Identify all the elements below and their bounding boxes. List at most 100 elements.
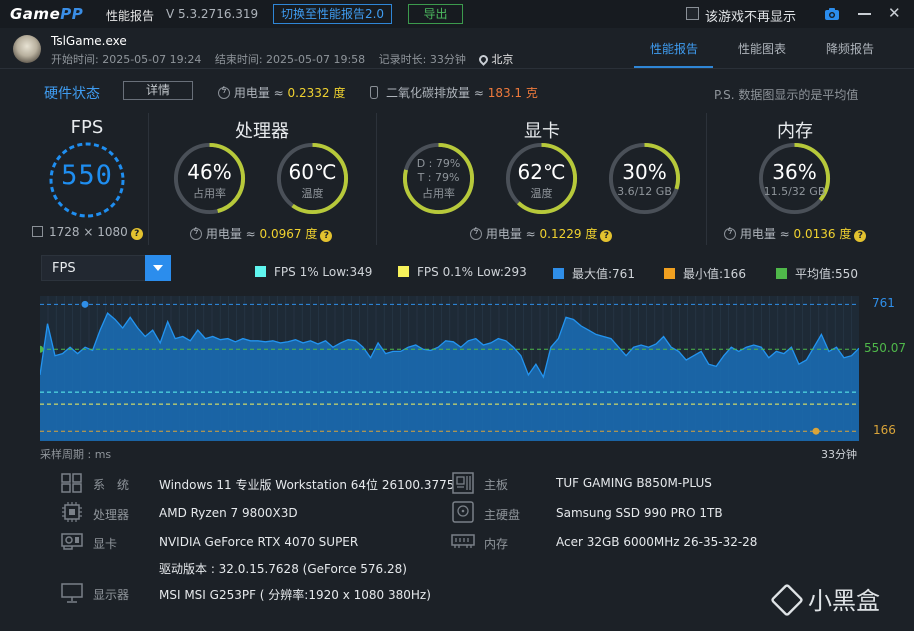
windows-icon [61, 473, 82, 493]
legend-swatch [664, 268, 675, 279]
game-exe-name: TslGame.exe [51, 34, 127, 48]
chevron-down-icon[interactable] [145, 255, 171, 281]
driver-version: 驱动版本 : 32.0.15.7628 (GeForce 576.28) [159, 562, 407, 576]
legend-label: FPS 1% Low:349 [274, 265, 373, 279]
game-avatar [13, 35, 41, 63]
motherboard-value: TUF GAMING B850M-PLUS [556, 476, 712, 490]
legend-avg: 平均值:550 [776, 265, 858, 282]
gpu-temp-label: 温度 [530, 187, 553, 200]
gamepp-logo: GamePP [10, 5, 84, 23]
tab-throttle-report[interactable]: 降频报告 [826, 40, 874, 57]
power-icon [724, 227, 736, 240]
legend-low1: FPS 1% Low:349 [255, 265, 372, 279]
co2-label: 二氧化碳排放量 ≈ [386, 86, 488, 100]
cpu-usage-value: 46% [187, 160, 232, 184]
gpu-usage-t: T : 79% [417, 171, 460, 184]
total-power: 用电量 ≈ 0.2332 度 [218, 84, 345, 101]
resolution: 1728 × 1080? [32, 225, 143, 240]
location-pin-icon [477, 53, 491, 66]
metric-select-value[interactable]: FPS [52, 261, 76, 276]
gpu-icon [61, 533, 83, 550]
location: 北京 [491, 53, 514, 66]
avg-line-label: 550.07 [864, 341, 906, 356]
tab-performance-report[interactable]: 性能报告 [650, 40, 698, 57]
legend-swatch [553, 268, 564, 279]
help-icon[interactable]: ? [320, 230, 333, 242]
close-icon[interactable]: ✕ [888, 6, 901, 21]
co2-emission: 二氧化碳排放量 ≈ 183.1 克 [370, 84, 538, 101]
resolution-value: 1728 × 1080 [49, 225, 128, 239]
tab-performance-chart[interactable]: 性能图表 [738, 40, 786, 57]
disk-key: 主硬盘 [484, 508, 521, 522]
heybox-logo-icon [770, 583, 804, 617]
camera-icon[interactable] [824, 6, 840, 22]
cpu-usage-label: 占用率 [193, 187, 226, 200]
switch-report-button[interactable]: 切换至性能报告2.0 [273, 4, 392, 24]
gpu-temp-value: 62℃ [517, 160, 566, 184]
min-marker [812, 427, 820, 435]
export-button[interactable]: 导出 [408, 4, 463, 24]
bottle-icon [370, 86, 378, 99]
cpu-temp-label: 温度 [301, 187, 324, 200]
header-divider [0, 68, 914, 69]
disk-icon [452, 501, 474, 523]
memory-icon [451, 534, 475, 548]
watermark-text: 小黑盒 [808, 587, 880, 615]
system-value: Windows 11 专业版 Workstation 64位 26100.377… [159, 478, 455, 492]
gpu-usage-label: 占用率 [422, 187, 455, 200]
power-icon [470, 227, 482, 240]
memory-power-label: 用电量 ≈ [739, 227, 794, 241]
version-label: V 5.3.2716.319 [166, 7, 259, 21]
end-time: 结束时间: 2025-05-07 19:58 [214, 53, 366, 66]
monitor-icon [61, 583, 83, 603]
max-marker [81, 300, 89, 308]
motherboard-key: 主板 [484, 478, 509, 492]
gpu-usage-d: D : 79% [416, 157, 461, 170]
power-icon [218, 86, 230, 99]
start-time: 开始时间: 2025-05-07 19:24 [51, 53, 202, 66]
min-line-label: 166 [873, 423, 896, 438]
watermark: 小黑盒 [770, 581, 880, 617]
legend-label: 最大值:761 [572, 267, 635, 281]
motherboard-icon [452, 472, 474, 494]
cpu-icon [62, 502, 82, 522]
memory-power-value: 0.0136 度 [793, 227, 852, 241]
memory-key: 内存 [484, 537, 509, 551]
panel-divider [706, 113, 707, 245]
sample-period-label: 采样周期 : ms [40, 448, 112, 461]
help-icon[interactable]: ? [130, 228, 143, 240]
memory-usage-value: 36% [772, 160, 817, 184]
disk-value: Samsung SSD 990 PRO 1TB [556, 506, 723, 520]
hide-game-label[interactable]: 该游戏不再显示 [705, 6, 796, 25]
system-key: 系 统 [93, 478, 130, 492]
legend-swatch [776, 268, 787, 279]
window-title: 性能报告 [106, 9, 155, 23]
legend-label: 平均值:550 [795, 267, 858, 281]
screen-icon [32, 226, 43, 237]
hardware-status-title: 硬件状态 [44, 86, 100, 102]
fps-chart[interactable] [40, 296, 859, 441]
record-duration: 记录时长: 33分钟 [378, 53, 466, 66]
minimize-icon[interactable] [858, 13, 871, 15]
details-button[interactable]: 详情 [123, 81, 193, 100]
chart-duration-label: 33分钟 [821, 448, 857, 461]
cpu-key: 处理器 [93, 508, 130, 522]
hide-game-checkbox[interactable] [686, 7, 699, 20]
power-label: 用电量 ≈ [233, 86, 288, 100]
gpu-value: NVIDIA GeForce RTX 4070 SUPER [159, 535, 359, 549]
cpu-temp-value: 60℃ [288, 160, 337, 184]
gpu-power: 用电量 ≈ 0.1229 度? [470, 225, 613, 242]
panel-divider [148, 113, 149, 245]
gpu-key: 显卡 [93, 537, 118, 551]
help-icon[interactable]: ? [600, 230, 613, 242]
legend-swatch [398, 266, 409, 277]
ps-note: P.S. 数据图显示的是平均值 [714, 88, 859, 102]
legend-label: 最小值:166 [683, 267, 746, 281]
memory-value: Acer 32GB 6000MHz 26-35-32-28 [556, 535, 758, 549]
gpu-power-label: 用电量 ≈ [485, 227, 540, 241]
panel-divider [376, 113, 377, 245]
power-value: 0.2332 度 [287, 86, 346, 100]
help-icon[interactable]: ? [854, 230, 867, 242]
memory-power: 用电量 ≈ 0.0136 度? [724, 225, 867, 242]
legend-max: 最大值:761 [553, 265, 635, 282]
